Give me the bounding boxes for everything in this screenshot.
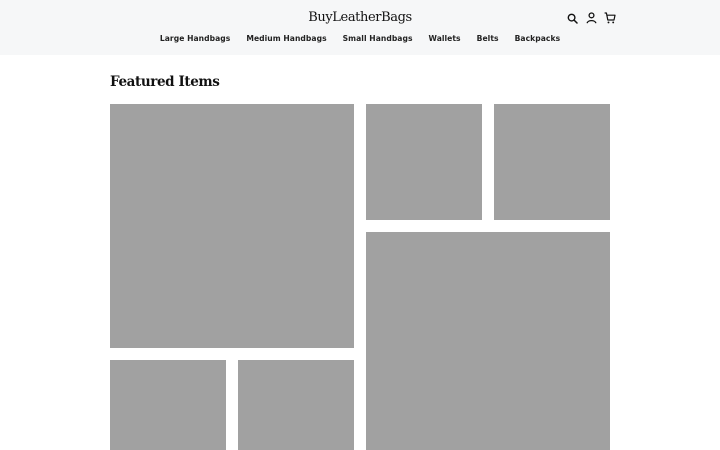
featured-item-5[interactable] (110, 360, 226, 450)
featured-item-6[interactable] (238, 360, 354, 450)
nav-wallets[interactable]: Wallets (429, 34, 461, 43)
nav-large-handbags[interactable]: Large Handbags (160, 34, 230, 43)
nav-backpacks[interactable]: Backpacks (515, 34, 561, 43)
section-title: Featured Items (110, 74, 220, 90)
nav-small-handbags[interactable]: Small Handbags (343, 34, 413, 43)
header-actions (566, 11, 616, 25)
nav-belts[interactable]: Belts (477, 34, 499, 43)
nav-medium-handbags[interactable]: Medium Handbags (246, 34, 326, 43)
featured-item-3[interactable] (494, 104, 610, 220)
search-icon[interactable] (566, 11, 578, 25)
user-icon[interactable] (585, 11, 597, 25)
featured-item-1[interactable] (110, 104, 354, 348)
featured-item-2[interactable] (366, 104, 482, 220)
cart-icon[interactable] (604, 11, 616, 25)
site-header: BuyLeatherBags Large Handbags Medium Han… (0, 0, 720, 55)
featured-item-4[interactable] (366, 232, 610, 450)
main-nav: Large Handbags Medium Handbags Small Han… (0, 34, 720, 43)
